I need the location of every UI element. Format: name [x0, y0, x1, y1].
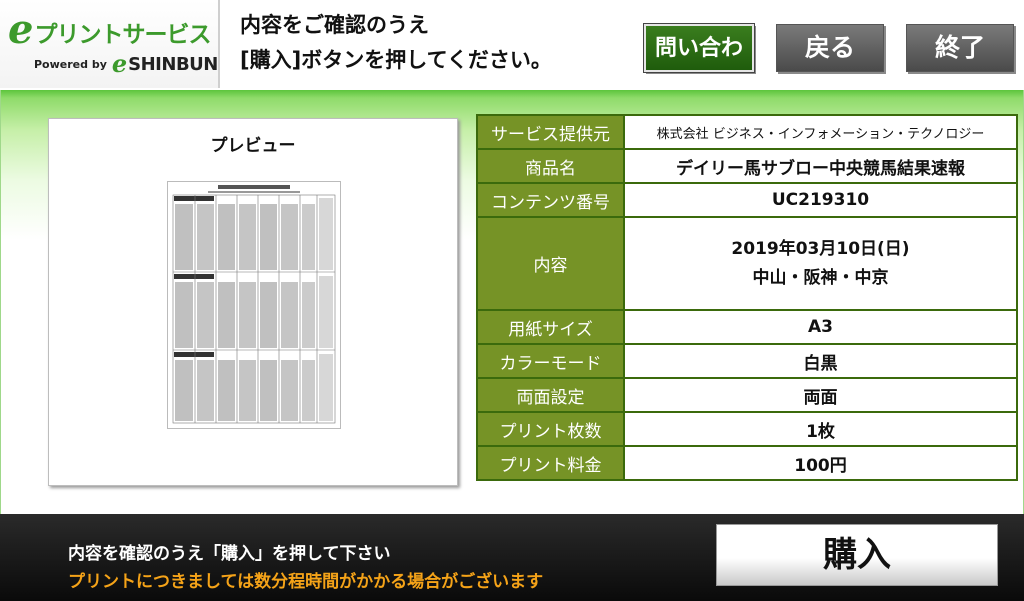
preview-panel: プレビュー	[48, 118, 458, 486]
detail-row-print-count: プリント枚数 1枚	[478, 413, 1016, 447]
detail-label: プリント料金	[478, 447, 625, 479]
document-thumbnail	[167, 181, 341, 429]
detail-label: サービス提供元	[478, 116, 625, 148]
preview-title: プレビュー	[210, 136, 296, 156]
detail-row-duplex: 両面設定 両面	[478, 379, 1016, 413]
detail-label: 用紙サイズ	[478, 311, 625, 343]
header: e プリントサービス Powered by e SHINBUN 内容をご確認のう…	[0, 0, 1024, 107]
detail-label: 商品名	[478, 150, 625, 182]
detail-row-provider: サービス提供元 株式会社 ビジネス・インフォメーション・テクノロジー	[478, 116, 1016, 150]
back-button[interactable]: 戻る	[776, 24, 884, 72]
detail-value-date: 2019年03月10日(日)	[731, 238, 910, 259]
instruction-line-1: 内容をご確認のうえ	[240, 13, 429, 37]
app-logo: e プリントサービス Powered by e SHINBUN	[0, 0, 220, 88]
detail-label: プリント枚数	[478, 413, 625, 445]
end-button[interactable]: 終了	[906, 24, 1014, 72]
inquiry-button[interactable]: 問い合わせ	[643, 23, 755, 107]
footer-notice: プリントにつきましては数分程時間がかかる場合がございます	[68, 572, 544, 592]
logo-e-mark: e	[8, 6, 34, 53]
detail-row-print-fee: プリント料金 100円	[478, 447, 1016, 479]
detail-row-paper-size: 用紙サイズ A3	[478, 311, 1016, 345]
detail-row-contents: 内容 2019年03月10日(日) 中山・阪神・中京	[478, 218, 1016, 311]
footer-message: 内容を確認のうえ「購入」を押して下さい	[68, 544, 391, 564]
instruction-text: 内容をご確認のうえ [購入]ボタンを押してください。	[240, 8, 620, 78]
detail-value: UC219310	[625, 184, 1016, 216]
detail-label: 両面設定	[478, 379, 625, 411]
detail-label: コンテンツ番号	[478, 184, 625, 216]
detail-value-venues: 中山・阪神・中京	[752, 267, 889, 288]
newspaper-page-thumbnail-icon	[168, 182, 340, 428]
detail-value: 株式会社 ビジネス・インフォメーション・テクノロジー	[625, 116, 1016, 148]
detail-row-content-number: コンテンツ番号 UC219310	[478, 184, 1016, 218]
detail-label: 内容	[478, 218, 625, 309]
detail-row-color-mode: カラーモード 白黒	[478, 345, 1016, 379]
logo-brand: SHINBUN	[128, 53, 218, 75]
instruction-line-2: [購入]ボタンを押してください。	[240, 48, 552, 72]
logo-powered-by: Powered by	[34, 57, 107, 71]
order-details-table: サービス提供元 株式会社 ビジネス・インフォメーション・テクノロジー 商品名 デ…	[476, 114, 1018, 481]
detail-value: 白黒	[625, 345, 1016, 377]
detail-row-product-name: 商品名 デイリー馬サブロー中央競馬結果速報	[478, 150, 1016, 184]
purchase-button[interactable]: 購入	[716, 524, 998, 586]
detail-value: 100円	[625, 447, 1016, 479]
logo-service-name: プリントサービス	[34, 22, 211, 48]
detail-value: 両面	[625, 379, 1016, 411]
logo-e-mark-small: e	[111, 49, 128, 78]
detail-value: A3	[625, 311, 1016, 343]
detail-value: 1枚	[625, 413, 1016, 445]
detail-label: カラーモード	[478, 345, 625, 377]
detail-value: デイリー馬サブロー中央競馬結果速報	[625, 150, 1016, 182]
